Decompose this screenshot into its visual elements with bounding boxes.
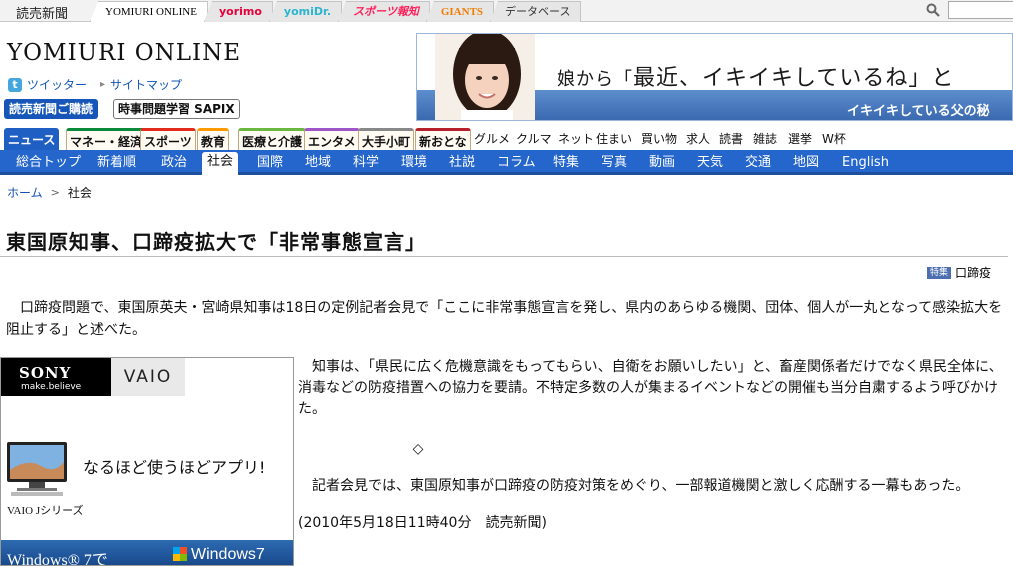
- ad-catchphrase: なるほど使うほどアプリ!: [83, 458, 266, 477]
- yomiuri-brand-link[interactable]: 読売新聞: [16, 3, 68, 22]
- topic-tag: 特集 口蹄疫: [926, 264, 991, 281]
- sony-logo: SONY make.believe: [1, 358, 111, 396]
- link-jobs[interactable]: 求人: [686, 128, 710, 150]
- link-housing[interactable]: 住まい: [596, 128, 632, 150]
- article-paragraph: 記者会見では、東国原知事が口蹄疫の防疫対策をめぐり、一部報道機関と激しく応酬する…: [312, 478, 970, 494]
- ad-model: VAIO Jシリーズ: [7, 505, 84, 517]
- sitemap-link[interactable]: サイトマップ: [110, 76, 182, 93]
- subnav-map[interactable]: 地図: [793, 153, 819, 172]
- article-paragraph: 知事は、「県民に広く危機意識をもってもらい、自衛をお願いしたい」と、畜産関係者だ…: [298, 359, 1003, 417]
- pc-image: [7, 442, 67, 496]
- section-separator: ◇: [412, 441, 424, 457]
- subnav-international[interactable]: 国際: [257, 153, 283, 172]
- banner-ad[interactable]: 娘から「最近、イキイキしているね」と イキイキしている父の秘: [416, 33, 1013, 121]
- feature-badge: 特集: [926, 266, 951, 279]
- tab-money[interactable]: マネー・経済: [66, 128, 147, 150]
- link-shopping[interactable]: 買い物: [641, 128, 677, 150]
- link-gourmet[interactable]: グルメ: [474, 128, 510, 150]
- tab-medical[interactable]: 医療と介護: [238, 128, 307, 150]
- tab-otekomachi[interactable]: 大手小町: [358, 128, 415, 150]
- tab-shin-otona[interactable]: 新おとな: [415, 128, 471, 150]
- tab-sports-hochi[interactable]: スポーツ報知: [338, 1, 430, 22]
- tab-yorimo[interactable]: yorimo: [203, 1, 273, 22]
- site-logo[interactable]: YOMIURI ONLINE: [7, 40, 241, 66]
- subnav-society[interactable]: 社会: [202, 152, 239, 175]
- tab-sports[interactable]: スポーツ: [140, 128, 196, 150]
- subnav-weather[interactable]: 天気: [697, 153, 723, 172]
- link-worldcup[interactable]: W杯: [822, 128, 846, 150]
- subnav-photo[interactable]: 写真: [601, 153, 627, 172]
- twitter-link[interactable]: ツイッター: [27, 76, 87, 93]
- article-body: 知事は、「県民に広く危機意識をもってもらい、自衛をお願いしたい」と、畜産関係者だ…: [298, 357, 1008, 534]
- header-links: t ツイッター ▸ サイトマップ: [8, 76, 182, 93]
- subnav-region[interactable]: 地域: [305, 153, 331, 172]
- chevron-right-icon: >: [50, 186, 60, 199]
- subnav-traffic[interactable]: 交通: [745, 153, 771, 172]
- breadcrumb-current[interactable]: 社会: [68, 184, 92, 201]
- banner-subline: イキイキしている父の秘: [847, 104, 990, 119]
- breadcrumb-home[interactable]: ホーム: [7, 184, 43, 201]
- vaio-ad[interactable]: SONY make.believe VAIO なるほど使うほどアプリ! VAIO…: [0, 357, 294, 566]
- subnav-english[interactable]: English: [842, 153, 889, 172]
- subnav-top[interactable]: 総合トップ: [16, 153, 81, 172]
- subnav-video[interactable]: 動画: [649, 153, 675, 172]
- link-books[interactable]: 読書: [719, 128, 743, 150]
- subnav-science[interactable]: 科学: [353, 153, 379, 172]
- windows-bar: Windows® 7で Windows7: [1, 540, 293, 565]
- tab-education[interactable]: 教育: [197, 128, 230, 150]
- tab-news[interactable]: ニュース: [4, 128, 60, 150]
- link-car[interactable]: クルマ: [516, 128, 552, 150]
- tab-entertainment[interactable]: エンタメ: [304, 128, 360, 150]
- tab-database[interactable]: データベース: [490, 1, 582, 22]
- tab-yomiuri-online[interactable]: YOMIURI ONLINE: [90, 1, 208, 22]
- subnav-environment[interactable]: 環境: [401, 153, 427, 172]
- subnav-politics[interactable]: 政治: [161, 153, 187, 172]
- article-paragraph: 口蹄疫問題で、東国原英夫・宮崎県知事は18日の定例記者会見で「ここに非常事態宣言…: [6, 300, 1003, 338]
- tab-yomidr[interactable]: yomiDr.: [268, 1, 343, 22]
- article-title: 東国原知事、口蹄疫拡大で「非常事態宣言」: [6, 230, 426, 254]
- site-tabs: YOMIURI ONLINE yorimo yomiDr. スポーツ報知 GIA…: [90, 1, 582, 22]
- subnav-latest[interactable]: 新着順: [97, 153, 136, 172]
- windows-logo-icon: [173, 547, 187, 561]
- arrow-icon: ▸: [100, 79, 106, 90]
- banner-headline: 娘から「最近、イキイキしているね」と: [557, 66, 955, 91]
- subscribe-button[interactable]: 読売新聞ご購読: [4, 99, 99, 119]
- subnav-column[interactable]: コラム: [497, 153, 536, 172]
- site-bar: 読売新聞 YOMIURI ONLINE yorimo yomiDr. スポーツ報…: [0, 0, 1013, 22]
- twitter-icon: t: [8, 77, 22, 92]
- title-divider: [0, 256, 1008, 257]
- vaio-logo: VAIO: [111, 358, 185, 396]
- subnav-feature[interactable]: 特集: [553, 153, 579, 172]
- tab-giants[interactable]: GIANTS: [425, 1, 495, 22]
- search-icon[interactable]: [926, 3, 940, 17]
- topic-link[interactable]: 口蹄疫: [955, 264, 991, 281]
- sub-nav: 総合トップ 新着順 政治 社会 国際 地域 科学 環境 社説 コラム 特集 写真…: [0, 150, 1013, 175]
- subnav-editorial[interactable]: 社説: [449, 153, 475, 172]
- link-election[interactable]: 選挙: [788, 128, 812, 150]
- search-input[interactable]: [948, 1, 1013, 19]
- sapix-button[interactable]: 時事問題学習 SAPIX: [113, 99, 240, 119]
- link-magazines[interactable]: 雑誌: [753, 128, 777, 150]
- category-nav: ニュース マネー・経済 スポーツ 教育 医療と介護 エンタメ 大手小町 新おとな…: [0, 128, 1013, 150]
- girl-photo: [435, 34, 535, 120]
- article-dateline: (2010年5月18日11時40分 読売新聞): [298, 515, 547, 531]
- link-net[interactable]: ネット: [558, 128, 594, 150]
- breadcrumb: ホーム > 社会: [7, 184, 92, 201]
